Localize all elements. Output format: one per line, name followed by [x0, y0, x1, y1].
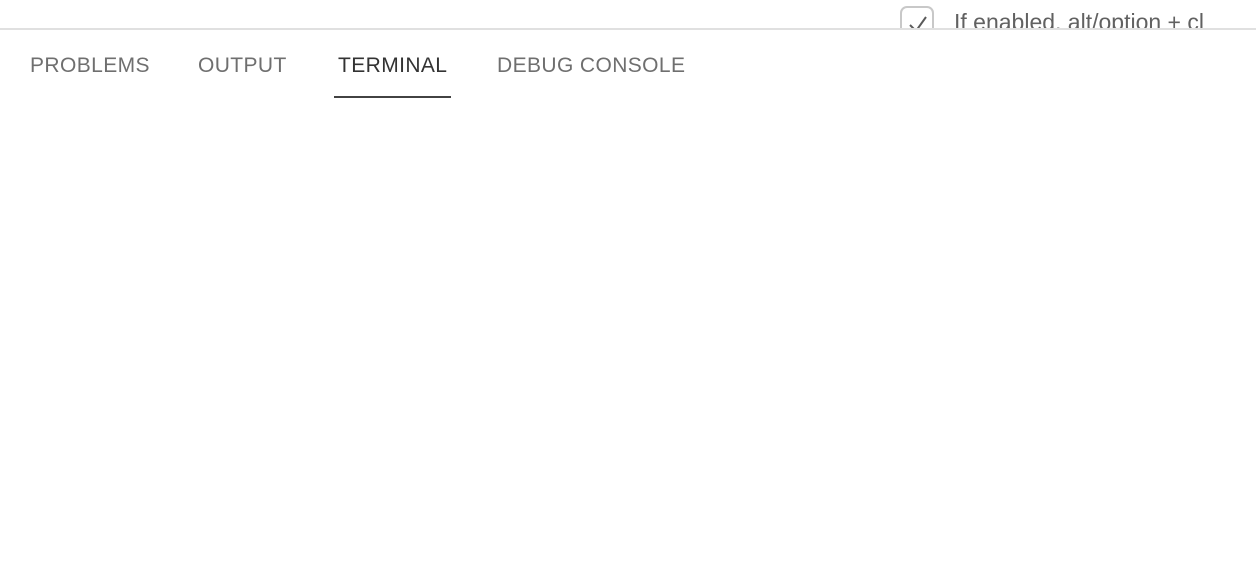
settings-row: If enabled, alt/option + cl [0, 0, 1256, 29]
tab-problems[interactable]: PROBLEMS [26, 30, 154, 98]
tab-debug-console[interactable]: DEBUG CONSOLE [493, 30, 689, 98]
tab-terminal[interactable]: TERMINAL [334, 30, 452, 98]
tab-output[interactable]: OUTPUT [194, 30, 291, 98]
terminal-area[interactable] [0, 100, 1256, 564]
setting-description: If enabled, alt/option + cl [954, 9, 1204, 29]
checkmark-icon [909, 16, 927, 29]
panel-tab-bar: PROBLEMS OUTPUT TERMINAL DEBUG CONSOLE [0, 30, 1256, 100]
workbench: If enabled, alt/option + cl PROBLEMS OUT… [0, 0, 1256, 564]
setting-checkbox[interactable] [900, 6, 934, 29]
